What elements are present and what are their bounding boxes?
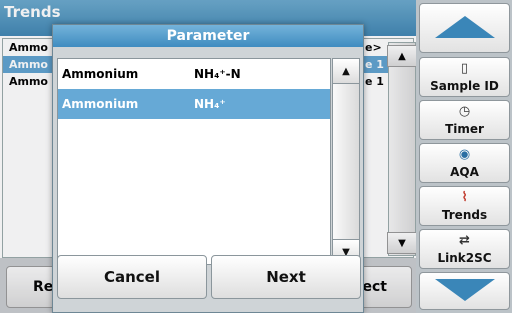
aqa-label: AQA — [450, 165, 479, 179]
dialog-scrollbar[interactable] — [332, 58, 360, 265]
link-icon: ⇄ — [459, 233, 470, 248]
sidebar: ▯ Sample ID ◷ Timer ◉ AQA ⌇ Trends ⇄ Lin… — [416, 0, 512, 313]
vial-icon: ▯ — [460, 61, 469, 76]
parameter-name: Ammonium — [62, 97, 139, 111]
sample-id-label: Sample ID — [430, 79, 499, 93]
aqa-button[interactable]: ◉ AQA — [419, 143, 510, 183]
timer-label: Timer — [445, 122, 484, 136]
link2sc-button[interactable]: ⇄ Link2SC — [419, 229, 510, 269]
timer-button[interactable]: ◷ Timer — [419, 100, 510, 140]
list-item[interactable]: Ammonium NH₄⁺ — [58, 89, 330, 119]
dialog-title: Parameter — [53, 25, 363, 47]
chart-icon: ⌇ — [461, 190, 468, 205]
link2sc-label: Link2SC — [437, 251, 492, 265]
next-button[interactable]: Next — [211, 255, 361, 299]
quality-icon: ◉ — [458, 147, 471, 162]
sample-id-button[interactable]: ▯ Sample ID — [419, 57, 510, 97]
list-item[interactable]: Ammonium NH₄⁺-N — [58, 59, 330, 89]
cancel-button[interactable]: Cancel — [57, 255, 207, 299]
sidebar-up-button[interactable] — [419, 3, 510, 53]
arrow-up-icon — [434, 15, 495, 38]
parameter-list: Ammonium NH₄⁺-N Ammonium NH₄⁺ — [57, 58, 331, 265]
dialog-scroll-up-button[interactable]: ▲ — [332, 58, 360, 84]
trends-label: Trends — [441, 208, 488, 222]
trends-button[interactable]: ⌇ Trends — [419, 186, 510, 226]
parameter-dialog: Parameter Ammonium NH₄⁺-N Ammonium NH₄⁺ … — [52, 24, 364, 313]
parameter-formula: NH₄⁺ — [194, 97, 226, 111]
parameter-formula: NH₄⁺-N — [194, 67, 241, 81]
clock-icon: ◷ — [458, 104, 471, 119]
sidebar-down-button[interactable] — [419, 272, 510, 310]
triangle-up-icon: ▲ — [342, 65, 350, 77]
parameter-name: Ammonium — [62, 67, 139, 81]
arrow-down-icon — [434, 278, 495, 301]
